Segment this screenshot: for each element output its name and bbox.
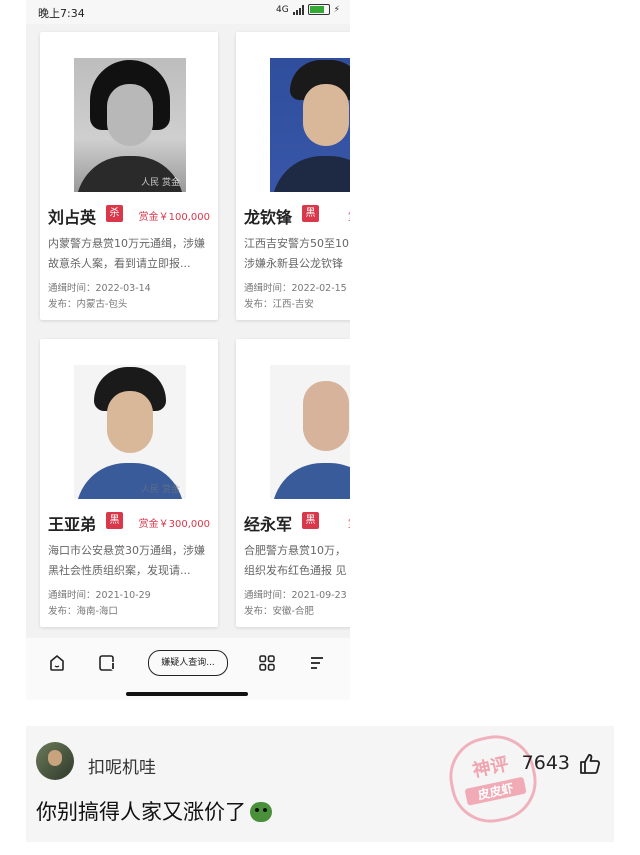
network-label: 4G — [275, 4, 289, 15]
case-description: 江西吉安警方50至10涉嫌永新县公龙钦锋 — [244, 237, 349, 270]
crime-tag: 黑 — [302, 205, 319, 222]
notes-icon[interactable] — [98, 654, 116, 672]
comment-text: 你别搞得人家又涨价了 — [36, 796, 272, 826]
publish-location: 发布：海南-海口 — [48, 606, 118, 617]
menu-icon[interactable] — [308, 654, 326, 672]
avatar[interactable] — [36, 742, 74, 780]
wanted-card[interactable]: 人民 赏金 刘占英 杀 赏金￥100,000 内蒙警方悬赏10万元通缉，涉嫌故意… — [40, 32, 218, 320]
wanted-card[interactable]: 人民 龙钦锋 黑 赏 江西吉安警方50至10涉嫌永新县公龙钦锋 通缉时间：202… — [236, 32, 350, 320]
suspect-name: 王亚弟 — [48, 515, 97, 534]
bounty-amount: 赏金￥300,000 — [138, 519, 210, 530]
comment-item: 扣呢机哇 神评 皮皮虾 7643 你别搞得人家又涨价了 — [26, 726, 614, 842]
thumbs-up-icon[interactable] — [578, 752, 602, 776]
publish-location: 发布：安徽-合肥 — [244, 606, 314, 617]
suspect-photo: 人民 — [270, 58, 350, 192]
photo-watermark: 人民 赏金 — [141, 178, 180, 188]
wanted-date: 通缉时间：2022-02-15 — [244, 283, 347, 294]
wanted-date: 通缉时间：2022-03-14 — [48, 283, 151, 294]
status-bar: 晚上7:34 4G ⚡ — [26, 0, 350, 24]
suspect-photo: 人民 — [270, 365, 350, 499]
sick-face-emoji-icon — [250, 802, 272, 822]
case-description: 合肥警方悬赏10万，组织发布红色通报 见 — [244, 544, 347, 577]
home-indicator[interactable] — [126, 692, 248, 696]
signal-icon — [292, 4, 304, 15]
bottom-nav: 嫌疑人查询... — [26, 638, 350, 700]
wanted-date: 通缉时间：2021-10-29 — [48, 590, 151, 601]
suspect-name: 经永军 — [244, 515, 293, 534]
wanted-card[interactable]: 人民 赏金 王亚弟 黑 赏金￥300,000 海口市公安悬赏30万通缉，涉嫌黑社… — [40, 339, 218, 627]
home-icon[interactable] — [48, 654, 66, 672]
wanted-date: 通缉时间：2021-09-23 — [244, 590, 347, 601]
suspect-name: 龙钦锋 — [244, 208, 293, 227]
battery-icon — [307, 4, 330, 15]
suspect-photo: 人民 赏金 — [74, 365, 186, 499]
like-count: 7643 — [521, 752, 570, 774]
grid-icon[interactable] — [258, 654, 276, 672]
comment-username[interactable]: 扣呢机哇 — [88, 753, 156, 778]
crime-tag: 黑 — [106, 512, 123, 529]
case-description: 内蒙警方悬赏10万元通缉，涉嫌故意杀人案，看到请立即报... — [48, 237, 205, 270]
bounty-amount: 赏金￥100,000 — [138, 212, 210, 223]
publish-location: 发布：内蒙古-包头 — [48, 299, 128, 310]
suspect-search-button[interactable]: 嫌疑人查询... — [148, 650, 228, 676]
bounty-amount: 赏 — [348, 515, 350, 530]
status-time: 晚上7:34 — [38, 7, 85, 20]
suspect-name: 刘占英 — [48, 208, 97, 227]
bounty-amount: 赏 — [348, 208, 350, 223]
phone-screenshot: 晚上7:34 4G ⚡ 人民 赏金 刘占英 杀 赏金￥100,000 内蒙警方悬… — [26, 0, 350, 700]
publish-location: 发布：江西-吉安 — [244, 299, 314, 310]
photo-watermark: 人民 赏金 — [141, 485, 180, 495]
status-icons: 4G ⚡ — [276, 4, 340, 15]
charging-icon: ⚡ — [333, 4, 340, 15]
crime-tag: 黑 — [302, 512, 319, 529]
suspect-photo: 人民 赏金 — [74, 58, 186, 192]
crime-tag: 杀 — [106, 205, 123, 222]
top-comment-stamp: 神评 皮皮虾 — [441, 727, 545, 831]
wanted-card[interactable]: 人民 经永军 黑 赏 合肥警方悬赏10万，组织发布红色通报 见 通缉时间：202… — [236, 339, 350, 627]
case-description: 海口市公安悬赏30万通缉，涉嫌黑社会性质组织案，发现请... — [48, 544, 205, 577]
